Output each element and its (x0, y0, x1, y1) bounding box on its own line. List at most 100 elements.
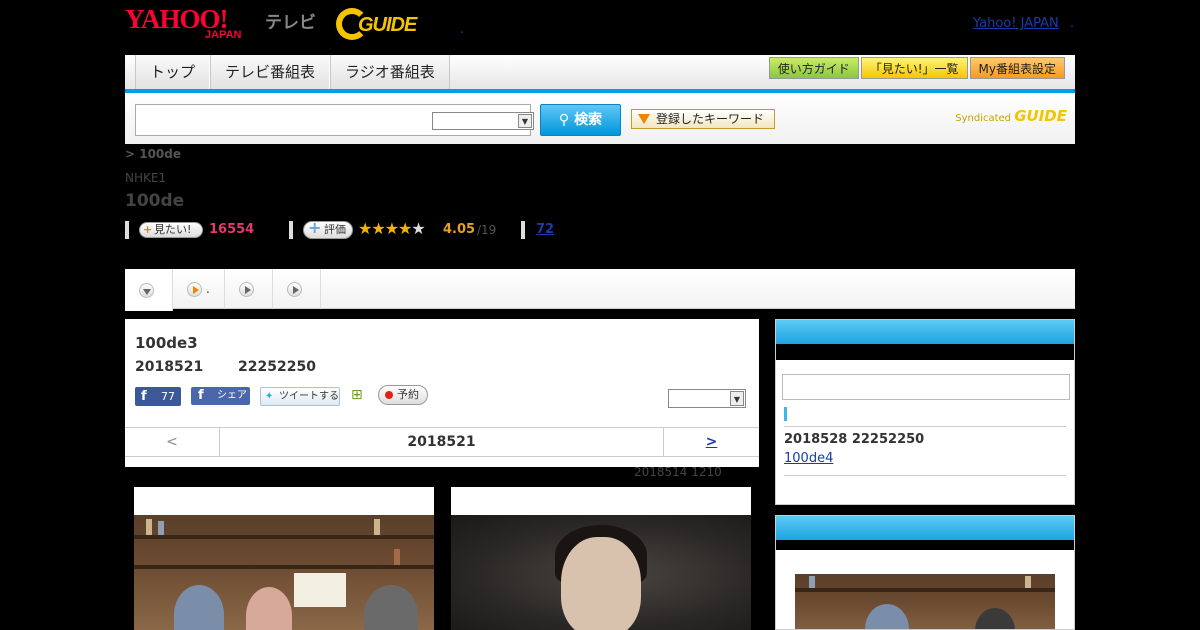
thumbnail-portrait[interactable] (451, 487, 751, 630)
want-to-watch-list-button[interactable]: 「見たい!」一覧 (860, 57, 968, 79)
divider (784, 475, 1066, 476)
search-category-select[interactable]: ▼ (432, 112, 534, 130)
whiteboard (294, 573, 346, 607)
triangle-down-icon (638, 114, 650, 124)
program-meta-row: 見たい! 16554 評価 ★★★★★ 4.05 /19 72 (125, 219, 725, 240)
syndicated-brand: GUIDE (1014, 107, 1067, 125)
person (865, 604, 909, 629)
sidebar-input[interactable] (782, 374, 1070, 400)
episode-pager: < 2018521 > (125, 427, 759, 457)
person (975, 608, 1015, 629)
sidebar-header (776, 516, 1074, 540)
search-button-label: 検索 (574, 112, 603, 128)
pager-current: 2018521 (407, 434, 476, 450)
episode-title: 100de3 (135, 334, 198, 352)
add-icon[interactable]: ⊞ (351, 387, 367, 403)
tweet-button[interactable]: ツイートする (260, 387, 340, 406)
divider (784, 426, 1066, 427)
share-row: 77 シェア ツイートする ⊞ 予約 (135, 385, 755, 407)
person (246, 587, 292, 630)
shelf (134, 535, 434, 539)
divider (521, 221, 525, 239)
header-dot-right: . (1070, 16, 1075, 31)
studio-image (795, 574, 1055, 629)
rating-total: /19 (477, 223, 497, 237)
chevron-down-icon (139, 282, 154, 298)
facebook-share-button[interactable]: シェア (191, 387, 250, 405)
next-episode-date: 2018528 22252250 (784, 432, 925, 447)
episode-select[interactable]: ▼ (668, 389, 746, 408)
page-title: 100de (125, 191, 185, 211)
shelf (795, 588, 1055, 592)
sidebar-band (776, 344, 1074, 360)
subtab-4[interactable] (273, 269, 321, 309)
book (809, 576, 815, 588)
nav-tabs: トップ テレビ番組表 ラジオ番組表 (135, 55, 450, 89)
facebook-like-button[interactable]: 77 (135, 387, 181, 406)
thumbnail-studio[interactable] (134, 487, 434, 630)
divider (125, 221, 129, 239)
sidebar-header (776, 320, 1074, 344)
person (364, 585, 418, 630)
person (174, 585, 224, 630)
search-icon: ⚲ (558, 112, 575, 128)
chevron-down-icon: ▼ (518, 114, 532, 128)
sidebar-thumbnail[interactable] (795, 550, 1055, 629)
gguide-logo-text: GUIDE (358, 14, 417, 36)
tab-top[interactable]: トップ (135, 55, 211, 89)
program-subtabs: . (125, 269, 1075, 311)
book (146, 519, 152, 535)
want-to-watch-count: 16554 (209, 222, 255, 237)
shelf (134, 565, 434, 569)
header-dot: . (460, 22, 465, 37)
channel-name: NHKE1 (125, 171, 167, 185)
syndicated-gguide-logo: Syndicated GUIDE (955, 103, 1067, 132)
subtab-3[interactable] (225, 269, 273, 309)
search-bar: ▼ ⚲ 検索 登録したキーワード Syndicated GUIDE (125, 93, 1075, 144)
search-button[interactable]: ⚲ 検索 (540, 104, 621, 136)
want-to-watch-button[interactable]: 見たい! (139, 222, 203, 238)
updated-timestamp: 2018514 1210 (634, 465, 722, 479)
sidebar-band (776, 540, 1074, 550)
portrait-image (451, 515, 751, 630)
usage-guide-button[interactable]: 使い方ガイド (768, 57, 859, 79)
breadcrumb: > 100de (125, 147, 182, 161)
chevron-down-icon: ▼ (730, 391, 744, 406)
sidebar-next-episode: 2018528 22252250 100de4 (775, 319, 1075, 505)
book (394, 549, 400, 565)
episode-time: 22252250 (238, 359, 316, 375)
syndicated-label: Syndicated (955, 113, 1012, 124)
sidebar-related (775, 515, 1075, 630)
reserve-button[interactable]: 予約 (378, 385, 428, 405)
pager-next[interactable]: > (663, 428, 759, 456)
my-listings-settings-button[interactable]: My番組表設定 (969, 57, 1065, 79)
studio-image (134, 515, 434, 630)
subtab-2-label: . (206, 282, 210, 296)
book (1025, 576, 1031, 588)
tab-tv-listings[interactable]: テレビ番組表 (210, 55, 331, 89)
tab-radio-listings[interactable]: ラジオ番組表 (330, 55, 450, 89)
play-icon (187, 281, 202, 297)
rate-button[interactable]: 評価 (303, 220, 353, 239)
rating-stars: ★★★★★ (358, 219, 426, 238)
book (158, 521, 164, 535)
episode-panel: 100de3 2018521 22252250 77 シェア ツイートする ⊞ … (125, 319, 759, 467)
subtab-1[interactable] (125, 269, 173, 311)
yahoo-japan-link[interactable]: Yahoo! JAPAN (973, 16, 1059, 31)
section-marker (784, 407, 787, 421)
review-count-link[interactable]: 72 (536, 222, 554, 237)
registered-keywords-button[interactable]: 登録したキーワード (631, 109, 775, 129)
play-icon (238, 281, 254, 297)
next-episode-link[interactable]: 100de4 (784, 451, 833, 466)
star-icon-empty: ★ (411, 219, 425, 238)
gguide-logo[interactable]: GUIDE (336, 8, 432, 40)
face (561, 537, 641, 630)
pager-prev[interactable]: < (125, 428, 220, 456)
play-icon (286, 281, 302, 297)
japan-logo-text: JAPAN (205, 29, 242, 41)
star-icon-filled: ★★★★ (358, 219, 412, 238)
subtab-2[interactable]: . (173, 269, 225, 309)
tv-logo-text: テレビ (265, 13, 316, 33)
rating-value: 4.05 (443, 222, 476, 237)
divider (289, 221, 293, 239)
